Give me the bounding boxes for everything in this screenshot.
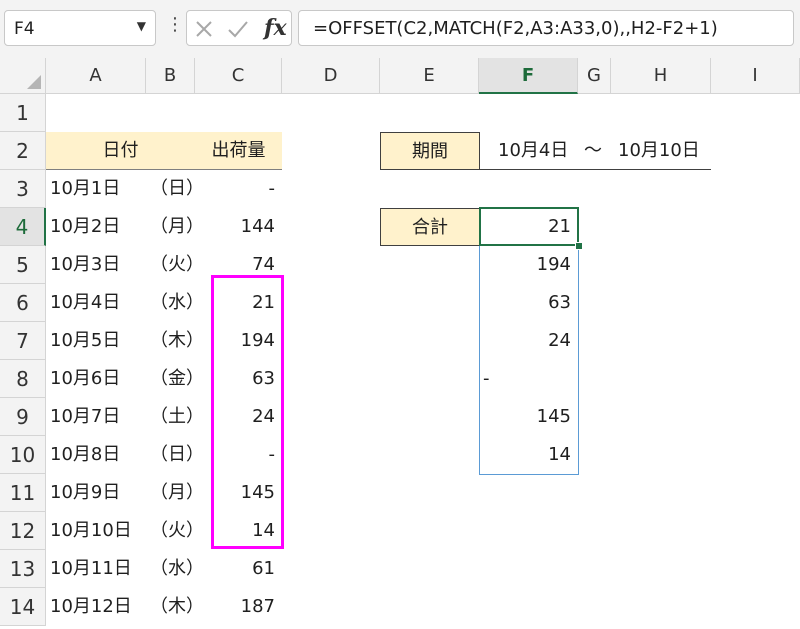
- row-header-4[interactable]: 4: [0, 208, 46, 246]
- row-header-7[interactable]: 7: [0, 322, 46, 360]
- date-cell[interactable]: 10月6日: [46, 360, 146, 398]
- weekday-cell[interactable]: （月）: [146, 474, 204, 512]
- formula-input[interactable]: =OFFSET(C2,MATCH(F2,A3:A33,0),,H2-F2+1): [298, 10, 794, 46]
- date-cell[interactable]: 10月8日: [46, 436, 146, 474]
- date-cell[interactable]: 10月2日: [46, 208, 146, 246]
- worksheet-grid[interactable]: A B C D E F G H I 1 2 3 4 5 6 7 8 9 10 11 12 13 14 日付 出荷量 10月1日 （日…: [0, 58, 800, 629]
- column-header-e[interactable]: E: [380, 58, 479, 94]
- insert-function-icon[interactable]: fx: [264, 15, 287, 41]
- name-box-value: F4: [14, 19, 35, 39]
- date-cell[interactable]: 10月10日: [46, 512, 146, 550]
- row-header-8[interactable]: 8: [0, 360, 46, 398]
- chevron-down-icon[interactable]: ▼: [137, 19, 146, 33]
- cancel-icon[interactable]: [195, 20, 213, 38]
- enter-check-icon[interactable]: [227, 20, 249, 38]
- select-all-corner[interactable]: [0, 58, 46, 94]
- date-cell[interactable]: 10月7日: [46, 398, 146, 436]
- row-header-5[interactable]: 5: [0, 246, 46, 284]
- formula-bar-area: F4 ▼ ⋮ fx =OFFSET(C2,MATCH(F2,A3:A33,0),…: [0, 0, 800, 58]
- column-header-d[interactable]: D: [282, 58, 380, 94]
- spill-range-border: [479, 208, 579, 475]
- row-header-14[interactable]: 14: [0, 588, 46, 626]
- column-header-c[interactable]: C: [195, 58, 282, 94]
- period-end[interactable]: 10月10日: [618, 132, 710, 170]
- period-separator: ～: [584, 140, 602, 161]
- weekday-cell[interactable]: （火）: [146, 246, 204, 284]
- period-underline: [479, 169, 711, 170]
- period-label[interactable]: 期間: [380, 132, 480, 170]
- date-cell[interactable]: 10月5日: [46, 322, 146, 360]
- weekday-cell[interactable]: （木）: [146, 588, 204, 626]
- row-header-1[interactable]: 1: [0, 94, 46, 132]
- column-header-a[interactable]: A: [46, 58, 146, 94]
- weekday-cell[interactable]: （日）: [146, 436, 204, 474]
- table-header-quantity: 出荷量: [195, 132, 282, 170]
- date-cell[interactable]: 10月1日: [46, 170, 146, 208]
- column-header-h[interactable]: H: [611, 58, 711, 94]
- highlight-range-box: [211, 275, 284, 549]
- quantity-cell[interactable]: 144: [195, 208, 282, 246]
- formula-text: =OFFSET(C2,MATCH(F2,A3:A33,0),,H2-F2+1): [313, 18, 718, 39]
- name-box[interactable]: F4 ▼: [4, 10, 156, 46]
- weekday-cell[interactable]: （土）: [146, 398, 204, 436]
- weekday-cell[interactable]: （金）: [146, 360, 204, 398]
- row-header-12[interactable]: 12: [0, 512, 46, 550]
- date-cell[interactable]: 10月12日: [46, 588, 146, 626]
- more-options-icon[interactable]: ⋮: [166, 14, 184, 35]
- weekday-cell[interactable]: （水）: [146, 550, 204, 588]
- column-header-f[interactable]: F: [479, 58, 578, 94]
- column-header-b[interactable]: B: [146, 58, 195, 94]
- weekday-cell[interactable]: （火）: [146, 512, 204, 550]
- row-header-11[interactable]: 11: [0, 474, 46, 512]
- quantity-cell[interactable]: -: [195, 170, 282, 208]
- weekday-cell[interactable]: （月）: [146, 208, 204, 246]
- quantity-cell[interactable]: 61: [195, 550, 282, 588]
- total-label[interactable]: 合計: [380, 208, 480, 246]
- date-cell[interactable]: 10月4日: [46, 284, 146, 322]
- quantity-cell[interactable]: 187: [195, 588, 282, 626]
- active-cell-selection[interactable]: [479, 207, 579, 246]
- row-header-9[interactable]: 9: [0, 398, 46, 436]
- row-header-13[interactable]: 13: [0, 550, 46, 588]
- weekday-cell[interactable]: （水）: [146, 284, 204, 322]
- weekday-cell[interactable]: （木）: [146, 322, 204, 360]
- period-start[interactable]: 10月4日: [498, 132, 578, 170]
- row-header-3[interactable]: 3: [0, 170, 46, 208]
- fill-handle[interactable]: [575, 242, 583, 250]
- row-header-6[interactable]: 6: [0, 284, 46, 322]
- date-cell[interactable]: 10月3日: [46, 246, 146, 284]
- row-header-10[interactable]: 10: [0, 436, 46, 474]
- row-header-2[interactable]: 2: [0, 132, 46, 170]
- weekday-cell[interactable]: （日）: [146, 170, 204, 208]
- column-header-i[interactable]: I: [711, 58, 800, 94]
- date-cell[interactable]: 10月11日: [46, 550, 146, 588]
- date-cell[interactable]: 10月9日: [46, 474, 146, 512]
- table-header-date: 日付: [46, 132, 195, 170]
- formula-buttons: fx: [186, 10, 292, 46]
- column-header-g[interactable]: G: [578, 58, 611, 94]
